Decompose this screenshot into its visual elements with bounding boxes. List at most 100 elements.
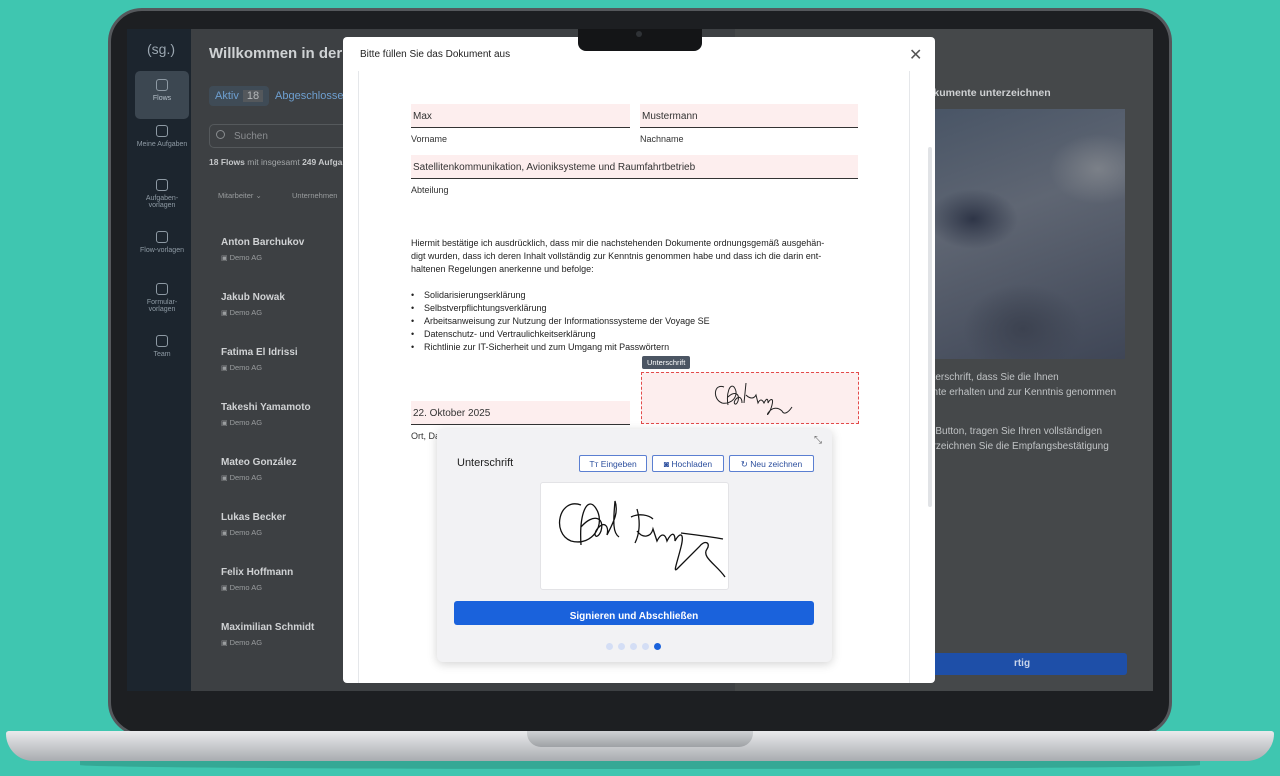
button-label: Neu zeichnen — [750, 459, 803, 469]
signature-pad[interactable] — [540, 482, 729, 590]
company-name: Demo AG — [221, 528, 286, 537]
column-label: Unternehmen — [292, 191, 338, 200]
done-button[interactable]: rtig — [917, 653, 1127, 675]
employee-name: Felix Hoffmann — [221, 567, 294, 578]
company-name: Demo AG — [221, 418, 311, 427]
tab-abgeschlossen[interactable]: Abgeschlossen — [275, 90, 350, 102]
abteilung-field[interactable]: Satellitenkommunikation, Avioniksysteme … — [411, 155, 858, 179]
date-field[interactable]: 22. Oktober 2025 — [411, 401, 630, 425]
company-name: Demo AG — [221, 583, 293, 592]
type-signature-button[interactable]: Tт Eingeben — [579, 455, 647, 472]
drawn-signature — [558, 500, 726, 578]
nav-item-formularvorlagen[interactable]: Formular-vorlagen — [135, 275, 189, 323]
nav-item-team[interactable]: Team — [135, 327, 189, 375]
step-dot — [618, 643, 625, 650]
flows-icon — [156, 79, 168, 91]
search-placeholder: Suchen — [234, 131, 268, 142]
nav-item-aufgabenvorlagen[interactable]: Aufgaben-vorlagen — [135, 171, 189, 219]
nav-label: Formular-vorlagen — [146, 299, 178, 313]
document-list: Solidarisierungserklärung Selbstverpflic… — [411, 289, 710, 354]
table-row[interactable]: Felix Hoffmann Demo AG — [221, 567, 293, 592]
nav-label: Flow-vorlagen — [140, 247, 184, 254]
step-dot — [642, 643, 649, 650]
page-title: Willkommen in der O — [209, 45, 359, 62]
upload-signature-button[interactable]: ◙ Hochladen — [652, 455, 724, 472]
flow-templates-icon — [156, 231, 168, 243]
nav-label: Meine Aufgaben — [136, 141, 188, 148]
signature-dialog-title: Unterschrift — [457, 457, 514, 469]
company-name: Demo AG — [221, 363, 298, 372]
tasks-icon — [156, 125, 168, 137]
column-header-mitarbeiter[interactable]: Mitarbeiter ⌄ — [218, 191, 262, 200]
company-name: Demo AG — [221, 308, 285, 317]
column-header-unternehmen[interactable]: Unternehmen — [292, 191, 337, 200]
step-dot-active — [654, 643, 661, 650]
flows-count-text: mit insgesamt — [244, 157, 303, 167]
signature-dialog: ⤡ Unterschrift Tт Eingeben ◙ Hochladen ↻… — [437, 429, 832, 662]
vorname-label: Vorname — [411, 134, 448, 144]
signing-photo — [933, 109, 1125, 359]
tab-aktiv[interactable]: Aktiv 18 — [209, 86, 270, 106]
nachname-label: Nachname — [640, 134, 684, 144]
list-item: Richtlinie zur IT-Sicherheit und zum Umg… — [411, 341, 710, 354]
list-item: Arbeitsanweisung zur Nutzung der Informa… — [411, 315, 710, 328]
flows-count-number: 18 Flows — [209, 157, 245, 167]
table-row[interactable]: Jakub Nowak Demo AG — [221, 292, 285, 317]
table-row[interactable]: Anton Barchukov Demo AG — [221, 237, 304, 262]
nav-label: Flows — [152, 95, 172, 102]
table-row[interactable]: Maximilian Schmidt Demo AG — [221, 622, 314, 647]
step-dot — [606, 643, 613, 650]
list-item: Datenschutz- und Vertraulichkeitserkläru… — [411, 328, 710, 341]
flows-count: 18 Flows mit insgesamt 249 Aufga — [209, 157, 342, 167]
table-row[interactable]: Takeshi Yamamoto Demo AG — [221, 402, 311, 427]
ort-datum-label: Ort, Da — [411, 431, 441, 441]
document-scrollbar[interactable] — [928, 147, 932, 507]
task-templates-icon — [156, 179, 168, 191]
info-panel-title: okumente unterzeichnen — [927, 87, 1051, 99]
paragraph-line: Hiermit bestätige ich ausdrücklich, dass… — [411, 238, 825, 248]
nav-label: Aufgaben-vorlagen — [145, 195, 179, 209]
nav-label: Team — [153, 351, 171, 358]
nav-item-flows[interactable]: Flows — [135, 71, 189, 119]
column-label: Mitarbeiter — [218, 191, 254, 200]
info-text-line: ente erhalten und zur Kenntnis genommen — [927, 387, 1117, 398]
employee-name: Mateo González — [221, 457, 297, 468]
sign-and-finish-button[interactable]: Signieren und Abschließen — [454, 601, 814, 625]
employee-name: Takeshi Yamamoto — [221, 402, 311, 413]
laptop-opening-notch — [527, 731, 753, 747]
signature-field-tag: Unterschrift — [642, 356, 691, 369]
signature-field[interactable] — [641, 372, 859, 424]
tasks-count-number: 249 Aufga — [302, 157, 343, 167]
collapse-icon[interactable]: ⤡ — [814, 435, 822, 446]
form-templates-icon — [156, 283, 168, 295]
vorname-field[interactable]: Max — [411, 104, 630, 128]
confirmation-paragraph: Hiermit bestätige ich ausdrücklich, dass… — [411, 237, 824, 276]
table-row[interactable]: Fatima El Idrissi Demo AG — [221, 347, 298, 372]
company-name: Demo AG — [221, 253, 304, 262]
table-row[interactable]: Mateo González Demo AG — [221, 457, 297, 482]
employee-name: Lukas Becker — [221, 512, 287, 523]
close-icon[interactable]: ✕ — [909, 45, 922, 65]
company-name: Demo AG — [221, 473, 297, 482]
button-label: Eingeben — [600, 459, 637, 469]
employee-name: Fatima El Idrissi — [221, 347, 298, 358]
nachname-field[interactable]: Mustermann — [640, 104, 858, 128]
step-indicator — [606, 637, 666, 655]
company-name: Demo AG — [221, 638, 314, 647]
step-dot — [630, 643, 637, 650]
nav-item-flowvorlagen[interactable]: Flow-vorlagen — [135, 223, 189, 271]
button-label: Hochladen — [671, 459, 713, 469]
redraw-signature-button[interactable]: ↻ Neu zeichnen — [729, 455, 814, 472]
side-navigation: (sg.) Flows Meine Aufgaben Aufgaben-vorl… — [127, 29, 191, 691]
search-input[interactable]: Suchen — [209, 124, 349, 148]
modal-title: Bitte füllen Sie das Dokument aus — [360, 49, 511, 60]
nav-item-meine-aufgaben[interactable]: Meine Aufgaben — [135, 117, 189, 165]
refresh-icon: ↻ — [740, 459, 751, 469]
paragraph-line: digt wurden, dass ich deren Inhalt volls… — [411, 251, 822, 261]
abteilung-label: Abteilung — [411, 185, 449, 195]
table-row[interactable]: Lukas Becker Demo AG — [221, 512, 286, 537]
search-icon — [216, 130, 225, 139]
list-item: Selbstverpflichtungsverklärung — [411, 302, 710, 315]
app-logo: (sg.) — [147, 41, 175, 57]
employee-name: Anton Barchukov — [221, 237, 305, 248]
